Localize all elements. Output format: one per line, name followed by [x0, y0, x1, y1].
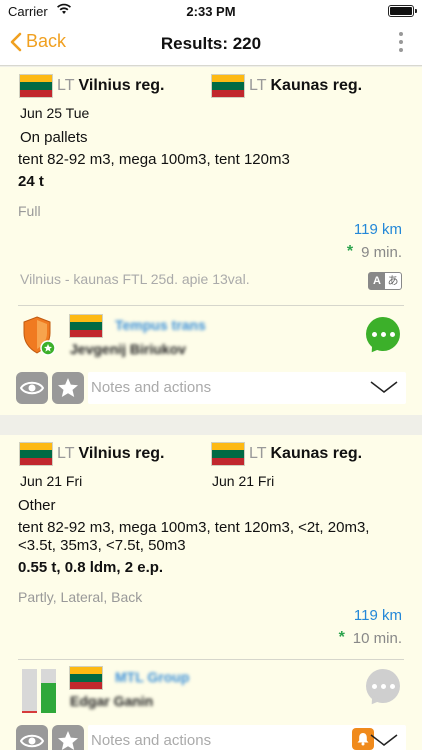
results-list[interactable]: LT Vilnius reg. LT Kaunas reg. Jun 25 Tu… [0, 67, 422, 750]
load-type: Partly, Lateral, Back [18, 589, 143, 605]
eye-icon [20, 734, 44, 748]
load-note: Vilnius - kaunas FTL 25d. apie 13val. [20, 271, 250, 287]
back-label: Back [26, 31, 67, 51]
navigation-bar: Back Results: 220 [0, 22, 422, 66]
shield-icon[interactable] [22, 315, 56, 357]
chevron-down-icon [370, 381, 398, 393]
cargo-weight: 0.55 t, 0.8 ldm, 2 e.p. [18, 559, 164, 576]
lithuania-flag-icon [20, 75, 52, 97]
clock: 2:33 PM [186, 4, 236, 19]
notes-and-actions[interactable]: Notes and actions [88, 372, 406, 404]
company-row: MTL Group Edgar Ganin [0, 663, 422, 715]
contact-name: Jevgenij Biriukov [70, 341, 186, 357]
load-card[interactable]: LT Vilnius reg. LT Kaunas reg. Jun 21 Fr… [0, 435, 422, 750]
destination: LT Kaunas reg. [212, 75, 362, 97]
chat-button[interactable] [366, 669, 400, 703]
chat-button[interactable] [366, 317, 400, 351]
route-row: LT Vilnius reg. LT Kaunas reg. [0, 75, 422, 99]
destination-country: LT [249, 445, 267, 462]
loading-date: Jun 25 Tue [20, 105, 90, 121]
contact-name: Edgar Ganin [70, 693, 154, 709]
posted-time: * 10 min. [339, 629, 402, 647]
rating-bars-icon[interactable] [20, 667, 60, 715]
chat-bubble-icon [371, 331, 377, 337]
actions-row: Notes and actions [16, 372, 406, 404]
divider [18, 659, 404, 660]
company-row: Tempus trans Jevgenij Biriukov [0, 311, 422, 363]
translate-button[interactable]: Aあ [368, 272, 402, 290]
star-icon [58, 731, 78, 750]
route-row: LT Vilnius reg. LT Kaunas reg. [0, 443, 422, 467]
favorite-button[interactable] [52, 372, 84, 404]
truck-types: tent 82-92 m3, mega 100m3, tent 120m3, <… [18, 519, 370, 536]
origin-country: LT [57, 77, 75, 94]
more-vertical-icon [399, 32, 403, 36]
eye-icon [20, 381, 44, 395]
company-name[interactable]: Tempus trans [115, 317, 206, 333]
unloading-date: Jun 21 Fri [212, 473, 275, 489]
translate-icon: A [373, 275, 381, 287]
asterisk-icon: * [338, 629, 345, 646]
view-button[interactable] [16, 725, 48, 750]
distance: 119 km [353, 607, 402, 624]
cargo-type: Other [18, 497, 56, 514]
more-options-button[interactable] [396, 30, 406, 56]
destination-region: Kaunas reg. [270, 77, 363, 94]
destination: LT Kaunas reg. [212, 443, 362, 465]
bell-icon [357, 733, 369, 746]
origin-region: Vilnius reg. [78, 445, 165, 462]
lithuania-flag-icon [20, 443, 52, 465]
lithuania-flag-icon [212, 443, 244, 465]
load-type: Full [18, 203, 41, 219]
actions-row: Notes and actions [16, 725, 406, 750]
asterisk-icon: * [346, 243, 354, 260]
chat-bubble-icon [371, 683, 377, 689]
origin-country: LT [57, 445, 75, 462]
origin-region: Vilnius reg. [78, 77, 165, 94]
notes-label: Notes and actions [91, 379, 212, 396]
favorite-button[interactable] [52, 725, 84, 750]
distance: 119 km [353, 221, 402, 238]
divider [18, 305, 404, 306]
lithuania-flag-icon [70, 667, 102, 689]
chevron-down-icon [370, 734, 398, 746]
battery-icon [388, 5, 417, 17]
notes-and-actions[interactable]: Notes and actions [88, 725, 406, 750]
cargo-type: On pallets [20, 129, 88, 146]
status-bar: Carrier 2:33 PM [0, 0, 422, 22]
destination-country: LT [249, 77, 267, 94]
loading-date: Jun 21 Fri [20, 473, 83, 489]
posted-time-label: 10 min. [352, 629, 402, 647]
view-button[interactable] [16, 372, 48, 404]
notes-label: Notes and actions [91, 732, 212, 749]
truck-types: tent 82-92 m3, mega 100m3, tent 120m3 [18, 151, 290, 168]
load-card[interactable]: LT Vilnius reg. LT Kaunas reg. Jun 25 Tu… [0, 67, 422, 415]
lithuania-flag-icon [70, 315, 102, 337]
origin: LT Vilnius reg. [20, 75, 164, 97]
star-icon [58, 378, 78, 397]
posted-time: * 9 min. [347, 243, 402, 261]
origin: LT Vilnius reg. [20, 443, 164, 465]
destination-region: Kaunas reg. [270, 445, 363, 462]
back-button[interactable]: Back [10, 31, 66, 52]
cargo-weight: 24 t [18, 173, 44, 190]
lithuania-flag-icon [212, 75, 244, 97]
chevron-left-icon [10, 32, 22, 51]
truck-types-continued: <3.5t, 35m3, <7.5t, 50m3 [18, 537, 186, 554]
posted-time-label: 9 min. [361, 243, 402, 261]
company-name[interactable]: MTL Group [115, 669, 189, 685]
